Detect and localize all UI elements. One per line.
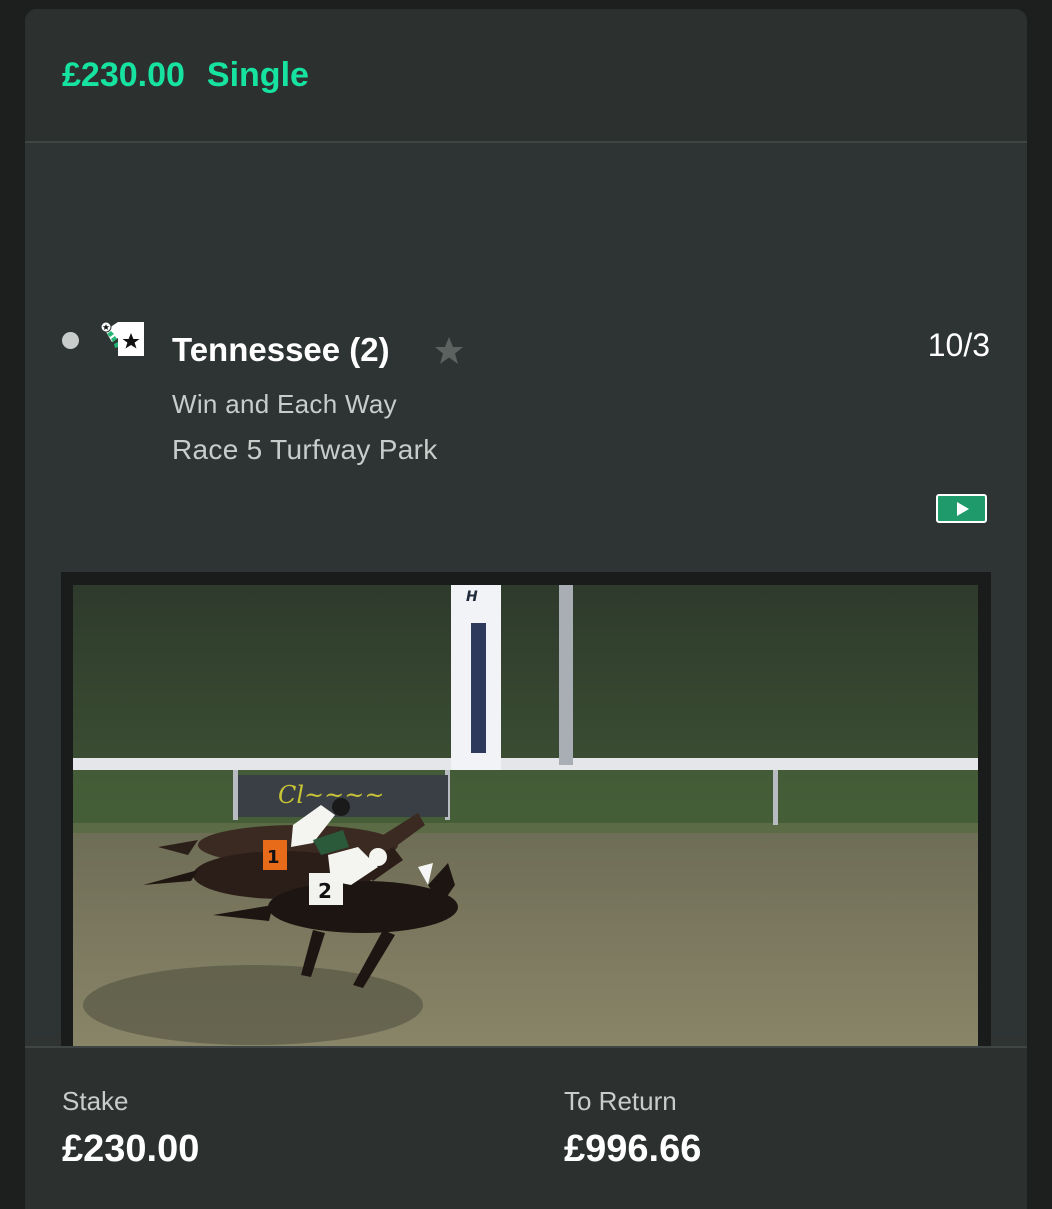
- stake-label: Stake: [62, 1086, 129, 1116]
- return-label: To Return: [564, 1086, 677, 1116]
- svg-text:1: 1: [267, 847, 280, 868]
- play-video-button[interactable]: [936, 494, 987, 523]
- stake-value: £230.00: [62, 1128, 200, 1170]
- odds-price[interactable]: 10/3: [928, 327, 990, 364]
- bet-header: £230.00 Single: [25, 9, 1027, 143]
- event-name: Race 5 Turfway Park: [172, 434, 438, 465]
- bet-card: £230.00 Single Tennessee (2) 10/3 Win an…: [25, 9, 1027, 1209]
- svg-text:Cl~~~~: Cl~~~~: [278, 781, 384, 809]
- return-value: £996.66: [564, 1128, 702, 1170]
- race-video-frame: Cl~~~~ H 1 2: [73, 585, 978, 1091]
- jockey-silk-icon: [100, 321, 144, 356]
- market-name: Win and Each Way: [172, 389, 397, 419]
- play-icon: [957, 502, 969, 516]
- video-player[interactable]: Cl~~~~ H 1 2: [61, 572, 991, 1106]
- star-icon[interactable]: [433, 335, 465, 367]
- bet-footer: Stake £230.00 To Return £996.66: [25, 1046, 1027, 1209]
- runner-name: Tennessee (2): [172, 331, 390, 368]
- svg-text:H: H: [466, 589, 478, 605]
- svg-text:2: 2: [318, 879, 332, 903]
- bet-amount: £230.00: [62, 55, 185, 94]
- bet-type: Single: [206, 55, 309, 94]
- selection-panel: Tennessee (2) 10/3 Win and Each Way Race…: [25, 143, 1027, 1106]
- dot-icon: [62, 332, 79, 349]
